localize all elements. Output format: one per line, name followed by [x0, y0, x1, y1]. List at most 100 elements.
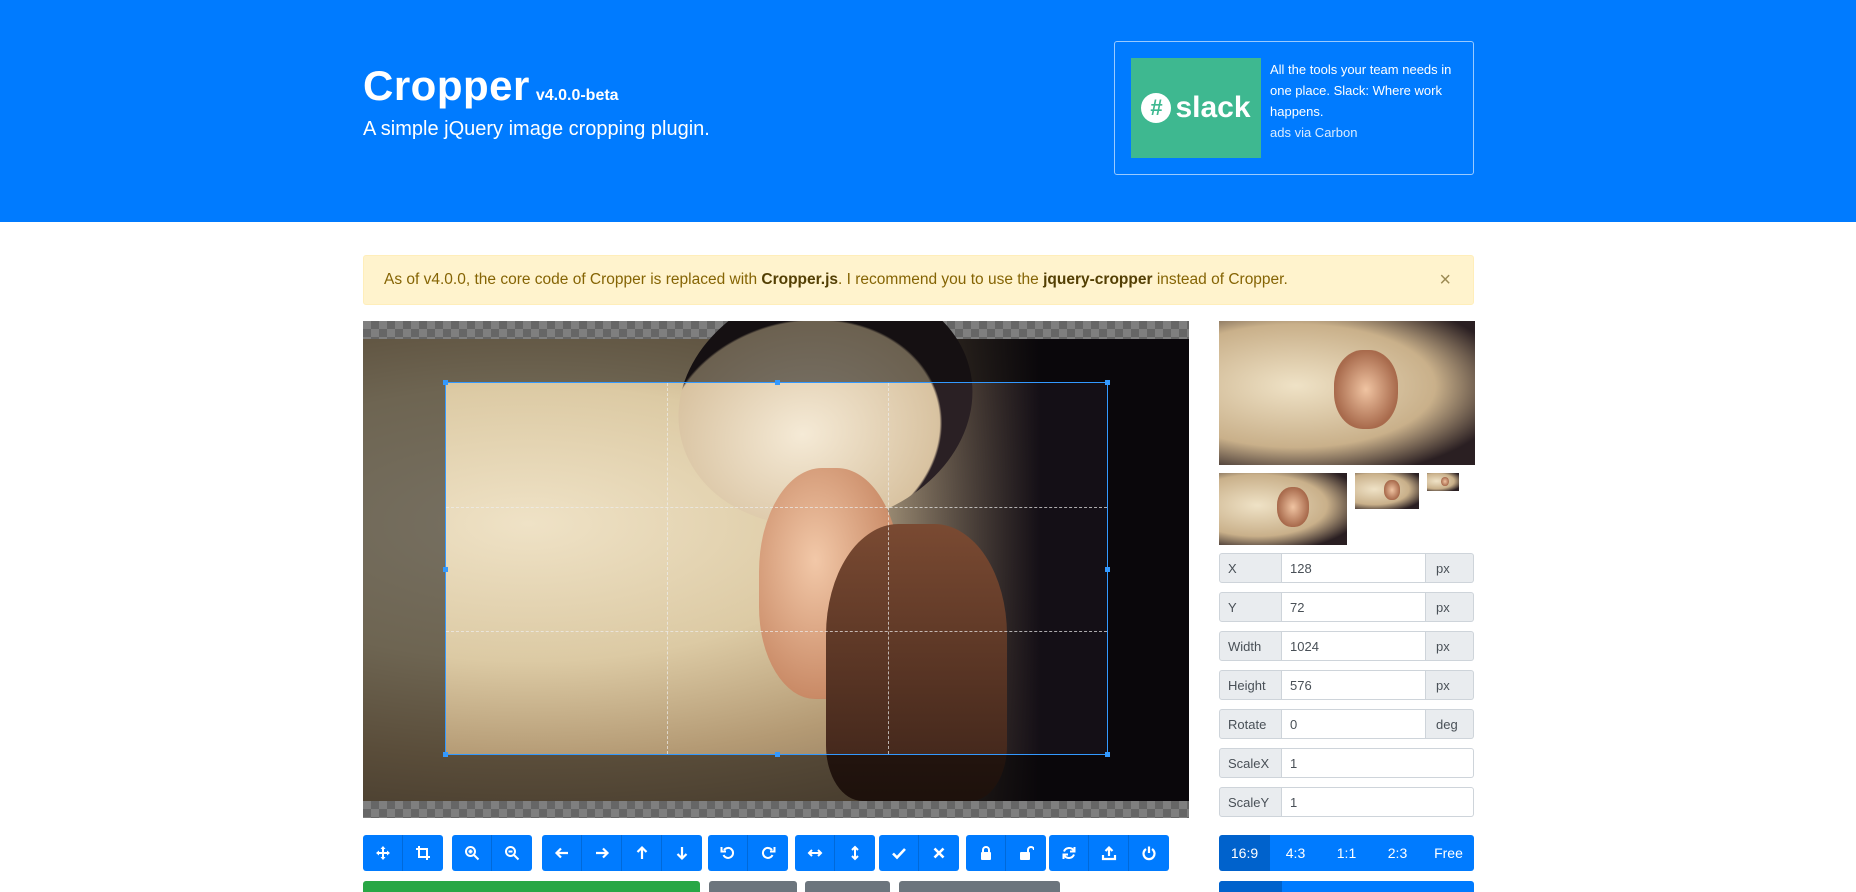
alert-text-prefix: As of v4.0.0, the core code of Cropper i… — [384, 271, 758, 288]
arrow-up-button[interactable] — [622, 835, 662, 871]
arrow-down-icon — [674, 845, 690, 861]
flip-horizontal-icon — [807, 845, 823, 861]
arrow-up-icon — [634, 845, 650, 861]
rotate-left-button[interactable] — [708, 835, 748, 871]
flip-horizontal-button[interactable] — [795, 835, 835, 871]
jquery-cropper-link[interactable]: jquery-cropper — [1043, 271, 1152, 288]
unit-label: px — [1426, 631, 1474, 661]
ad-via-link[interactable]: ads via Carbon — [1270, 122, 1466, 143]
toolbar-group — [363, 835, 443, 871]
move-button[interactable] — [363, 835, 403, 871]
alert-close-button[interactable]: × — [1439, 269, 1451, 292]
toolbar-group — [1049, 835, 1169, 871]
refresh-icon — [1061, 845, 1077, 861]
crop-handle-sw[interactable] — [443, 752, 448, 757]
form-label: Rotate — [1219, 709, 1282, 739]
unit-label: deg — [1426, 709, 1474, 739]
header-banner: Cropper v4.0.0-beta A simple jQuery image… — [0, 0, 1856, 222]
cropperjs-link[interactable]: Cropper.js — [761, 271, 838, 288]
preview-medium — [1219, 473, 1347, 545]
arrow-left-button[interactable] — [542, 835, 582, 871]
crop-icon — [415, 845, 431, 861]
unlock-icon — [1018, 845, 1034, 861]
refresh-button[interactable] — [1049, 835, 1089, 871]
crop-handle-ne[interactable] — [1105, 380, 1110, 385]
y-input[interactable]: 72 — [1282, 592, 1426, 622]
lock-button[interactable] — [966, 835, 1006, 871]
toolbar-group — [708, 835, 788, 871]
crop-handle-nw[interactable] — [443, 380, 448, 385]
ad-text[interactable]: All the tools your team needs in one pla… — [1270, 59, 1466, 143]
crop-handle-se[interactable] — [1105, 752, 1110, 757]
crop-handle-s[interactable] — [775, 752, 780, 757]
check-button[interactable] — [879, 835, 919, 871]
crop-handle-n[interactable] — [775, 380, 780, 385]
aspect-ratio-16-9-button[interactable]: 16:9 — [1219, 835, 1270, 871]
unit-label: px — [1426, 553, 1474, 583]
page-title: Cropper — [363, 62, 530, 109]
arrow-right-button[interactable] — [582, 835, 622, 871]
alert-text-suffix: instead of Cropper. — [1156, 271, 1288, 288]
crop-canvas[interactable] — [363, 321, 1189, 818]
preview-small — [1355, 473, 1419, 509]
get-data-button[interactable] — [709, 881, 797, 892]
form-row-scaley: ScaleY 1 — [1219, 787, 1474, 817]
move-icon — [375, 845, 391, 861]
set-data-button[interactable] — [805, 881, 890, 892]
scaley-input[interactable]: 1 — [1282, 787, 1474, 817]
aspect-ratio-2-3-button[interactable]: 2:3 — [1372, 835, 1423, 871]
crop-button[interactable] — [403, 835, 443, 871]
get-cropped-canvas-button[interactable] — [363, 881, 700, 892]
crop-box[interactable] — [443, 380, 1110, 757]
carbon-ad[interactable]: # slack All the tools your team needs in… — [1114, 41, 1474, 175]
aspect-ratio-free-button[interactable]: Free — [1423, 835, 1474, 871]
upload-button[interactable] — [1089, 835, 1129, 871]
form-row-width: Width 1024 px — [1219, 631, 1474, 661]
form-row-rotate: Rotate 0 deg — [1219, 709, 1474, 739]
arrow-down-button[interactable] — [662, 835, 702, 871]
slack-hash-icon: # — [1141, 93, 1172, 123]
form-label: Width — [1219, 631, 1282, 661]
toolbar-group — [452, 835, 532, 871]
slack-logo[interactable]: # slack — [1131, 58, 1261, 158]
rotate-right-button[interactable] — [748, 835, 788, 871]
ad-description[interactable]: All the tools your team needs in one pla… — [1270, 62, 1451, 119]
get-container-data-button[interactable] — [899, 881, 1060, 892]
zoom-out-button[interactable] — [492, 835, 532, 871]
lock-icon — [978, 845, 994, 861]
aspect-ratio-1-1-button[interactable]: 1:1 — [1321, 835, 1372, 871]
form-label: Height — [1219, 670, 1282, 700]
x-input[interactable]: 128 — [1282, 553, 1426, 583]
brand: Cropper v4.0.0-beta — [363, 62, 619, 110]
preview-large — [1219, 321, 1475, 465]
flip-vertical-icon — [847, 845, 863, 861]
secondary-ratio-active[interactable] — [1219, 881, 1282, 892]
arrow-right-icon — [594, 845, 610, 861]
aspect-ratio-4-3-button[interactable]: 4:3 — [1270, 835, 1321, 871]
height-input[interactable]: 576 — [1282, 670, 1426, 700]
width-input[interactable]: 1024 — [1282, 631, 1426, 661]
form-row-y: Y 72 px — [1219, 592, 1474, 622]
flip-vertical-button[interactable] — [835, 835, 875, 871]
zoom-in-icon — [464, 845, 480, 861]
check-icon — [891, 845, 907, 861]
unlock-button[interactable] — [1006, 835, 1046, 871]
arrow-left-icon — [554, 845, 570, 861]
crop-handle-w[interactable] — [443, 567, 448, 572]
rotate-right-icon — [760, 845, 776, 861]
form-row-x: X 128 px — [1219, 553, 1474, 583]
alert-text-middle: . I recommend you to use the — [838, 271, 1039, 288]
rotate-input[interactable]: 0 — [1282, 709, 1426, 739]
form-row-height: Height 576 px — [1219, 670, 1474, 700]
zoom-in-button[interactable] — [452, 835, 492, 871]
form-label: Y — [1219, 592, 1282, 622]
form-row-scalex: ScaleX 1 — [1219, 748, 1474, 778]
crop-handle-e[interactable] — [1105, 567, 1110, 572]
close-button[interactable] — [919, 835, 959, 871]
toolbar-group — [879, 835, 959, 871]
close-icon — [931, 845, 947, 861]
power-icon — [1141, 845, 1157, 861]
power-button[interactable] — [1129, 835, 1169, 871]
form-label: X — [1219, 553, 1282, 583]
scalex-input[interactable]: 1 — [1282, 748, 1474, 778]
